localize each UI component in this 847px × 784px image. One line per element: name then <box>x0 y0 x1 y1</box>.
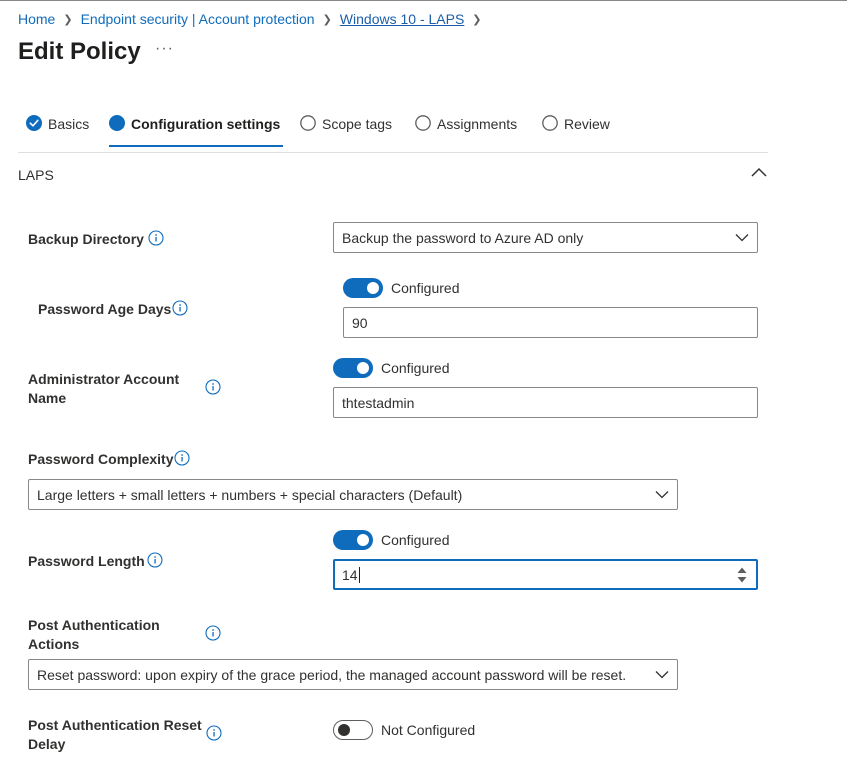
active-tab-indicator <box>109 145 284 147</box>
info-icon[interactable] <box>206 725 222 741</box>
admin-account-name-label-line1: Administrator Account <box>28 371 180 387</box>
password-age-days-input[interactable]: 90 <box>343 307 758 338</box>
admin-account-name-label-line2: Name <box>28 390 67 406</box>
checkmark-circle-icon <box>26 115 42 131</box>
tab-configuration-settings-label: Configuration settings <box>131 116 281 132</box>
number-stepper-icon[interactable] <box>736 565 748 585</box>
more-options-icon[interactable]: ··· <box>155 40 174 58</box>
password-age-days-value: 90 <box>352 314 368 331</box>
password-length-toggle[interactable] <box>333 530 373 550</box>
current-step-icon <box>109 115 125 131</box>
tab-basics[interactable]: Basics <box>26 114 89 152</box>
breadcrumb-home[interactable]: Home <box>18 11 55 27</box>
empty-circle-icon <box>300 115 316 131</box>
text-cursor <box>358 566 360 583</box>
wizard-tabs: Basics Configuration settings Scope tags… <box>18 104 768 153</box>
breadcrumb-policy[interactable]: Windows 10 - LAPS <box>340 11 465 27</box>
post-auth-reset-delay-label-line1: Post Authentication Reset <box>28 717 202 733</box>
window-top-border <box>0 0 847 1</box>
chevron-right-icon: ❯ <box>322 13 332 26</box>
tab-assignments-label: Assignments <box>437 116 518 132</box>
info-icon[interactable] <box>205 625 221 641</box>
post-auth-actions-dropdown[interactable]: Reset password: upon expiry of the grace… <box>28 659 678 690</box>
password-age-days-toggle-row: Configured <box>343 278 460 298</box>
password-age-days-label: Password Age Days <box>38 301 172 317</box>
chevron-down-icon <box>655 491 669 499</box>
tab-scope-tags[interactable]: Scope tags <box>300 114 392 152</box>
admin-account-name-toggle-label: Configured <box>381 360 450 376</box>
post-auth-actions-label-line2: Actions <box>28 636 80 652</box>
admin-account-name-toggle-row: Configured <box>333 358 450 378</box>
admin-account-name-input[interactable]: thtestadmin <box>333 387 758 418</box>
post-auth-actions-label-line1: Post Authentication <box>28 617 160 633</box>
admin-account-name-toggle[interactable] <box>333 358 373 378</box>
admin-account-name-value: thtestadmin <box>342 394 415 411</box>
backup-directory-label: Backup Directory <box>28 231 144 247</box>
page-title: Edit Policy <box>18 38 141 65</box>
password-complexity-value: Large letters + small letters + numbers … <box>37 486 463 503</box>
chevron-down-icon <box>735 234 749 242</box>
tab-review-label: Review <box>564 116 610 132</box>
info-icon[interactable] <box>147 552 163 568</box>
password-length-value: 14 <box>342 566 358 583</box>
tab-assignments[interactable]: Assignments <box>415 114 517 152</box>
tab-basics-label: Basics <box>48 116 90 132</box>
post-auth-actions-value: Reset password: upon expiry of the grace… <box>37 666 627 683</box>
backup-directory-value: Backup the password to Azure AD only <box>342 229 584 246</box>
section-title-laps: LAPS <box>18 167 54 183</box>
admin-account-name-label: Administrator Account Name <box>28 370 179 408</box>
post-auth-actions-label: Post Authentication Actions <box>28 616 160 654</box>
tab-scope-tags-label: Scope tags <box>322 116 393 132</box>
info-icon[interactable] <box>172 300 188 316</box>
info-icon[interactable] <box>174 450 190 466</box>
password-complexity-dropdown[interactable]: Large letters + small letters + numbers … <box>28 479 678 510</box>
password-length-toggle-label: Configured <box>381 532 450 548</box>
password-length-toggle-row: Configured <box>333 530 450 550</box>
breadcrumb: Home ❯ Endpoint security | Account prote… <box>18 11 490 27</box>
chevron-right-icon: ❯ <box>472 13 482 26</box>
post-auth-reset-delay-label-line2: Delay <box>28 736 66 752</box>
password-age-days-toggle[interactable] <box>343 278 383 298</box>
backup-directory-dropdown[interactable]: Backup the password to Azure AD only <box>333 222 758 253</box>
password-age-days-toggle-label: Configured <box>391 280 460 296</box>
tab-review[interactable]: Review <box>542 114 610 152</box>
tab-configuration-settings[interactable]: Configuration settings <box>109 114 284 152</box>
post-auth-reset-delay-label: Post Authentication Reset Delay <box>28 716 202 754</box>
info-icon[interactable] <box>205 379 221 395</box>
chevron-up-icon[interactable] <box>750 166 768 178</box>
chevron-right-icon: ❯ <box>63 13 73 26</box>
breadcrumb-account-protection[interactable]: Endpoint security | Account protection <box>81 11 315 27</box>
post-auth-reset-delay-toggle-label: Not Configured <box>381 722 476 738</box>
password-complexity-label: Password Complexity <box>28 451 174 467</box>
chevron-down-icon <box>655 671 669 679</box>
password-length-input[interactable]: 14 <box>333 559 758 590</box>
info-icon[interactable] <box>148 230 164 246</box>
post-auth-reset-delay-toggle-row: Not Configured <box>333 720 475 740</box>
post-auth-reset-delay-toggle[interactable] <box>333 720 373 740</box>
empty-circle-icon <box>415 115 431 131</box>
password-length-label: Password Length <box>28 553 145 569</box>
empty-circle-icon <box>542 115 558 131</box>
